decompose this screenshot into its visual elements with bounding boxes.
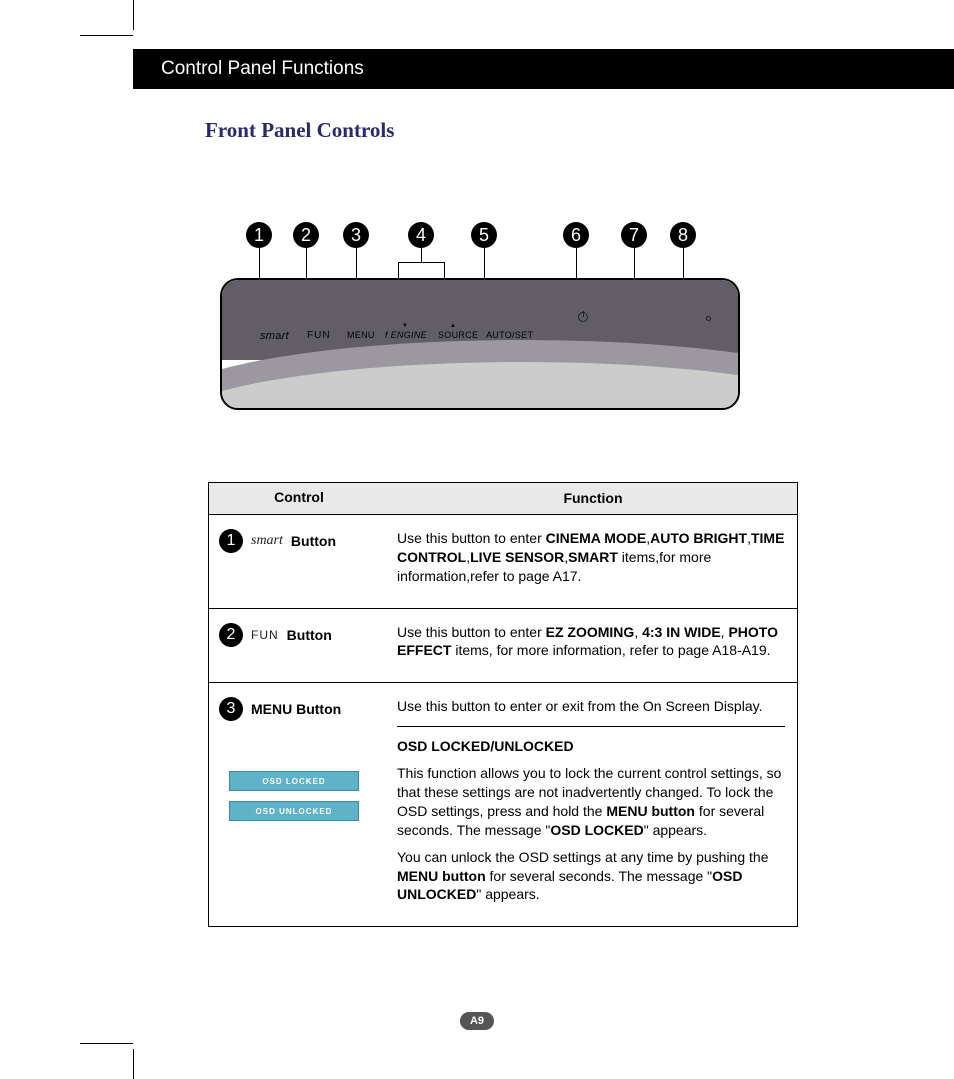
page-header: Control Panel Functions	[133, 49, 954, 89]
osd-paragraph: You can unlock the OSD settings at any t…	[397, 848, 785, 905]
page-number: A9	[460, 1012, 494, 1030]
osd-locked-badge: OSD LOCKED	[229, 771, 359, 791]
osd-subtitle: OSD LOCKED/UNLOCKED	[397, 738, 574, 754]
table-row: 3 MENU Button OSD LOCKED OSD UNLOCKED Us…	[209, 683, 797, 926]
section-title: Front Panel Controls	[205, 118, 394, 143]
led-indicator-icon	[706, 316, 711, 321]
panel-label-autoset: AUTO/SET	[486, 330, 533, 340]
th-function: Function	[389, 483, 797, 514]
function-text: Use this button to enter CINEMA MODE,AUT…	[397, 529, 785, 586]
power-icon	[578, 312, 588, 322]
osd-paragraph: This function allows you to lock the cur…	[397, 764, 785, 840]
front-panel-illustration: smart FUN MENU f ENGINE ▼ SOURCE ▲ AUTO/…	[220, 278, 740, 410]
fun-icon: FUN	[251, 628, 279, 642]
table-header: Control Function	[209, 483, 797, 515]
th-control: Control	[209, 483, 389, 514]
callout-line	[683, 248, 684, 278]
down-arrow-icon: ▼	[402, 323, 408, 329]
callout-badge-6: 6	[563, 222, 589, 248]
callout-line	[356, 248, 357, 278]
page-header-title: Control Panel Functions	[161, 58, 364, 80]
callout-bracket	[398, 262, 444, 263]
crop-mark	[133, 1049, 134, 1079]
crop-mark	[133, 0, 134, 30]
callout-badge-5: 5	[471, 222, 497, 248]
callout-line	[306, 248, 307, 278]
callout-badge-7: 7	[621, 222, 647, 248]
row-badge-1: 1	[219, 529, 243, 553]
controls-table: Control Function 1 smart Button Use this…	[208, 482, 798, 927]
smart-icon: smart	[251, 533, 283, 549]
panel-label-smart: smart	[260, 330, 289, 342]
panel-label-fun: FUN	[307, 330, 331, 341]
callout-line	[484, 248, 485, 278]
panel-label-engine: f ENGINE	[385, 330, 427, 340]
function-cell: Use this button to enter CINEMA MODE,AUT…	[389, 515, 797, 608]
row-badge-2: 2	[219, 623, 243, 647]
callout-badge-8: 8	[670, 222, 696, 248]
callout-badge-4: 4	[408, 222, 434, 248]
callout-badge-3: 3	[343, 222, 369, 248]
function-cell: Use this button to enter EZ ZOOMING, 4:3…	[389, 609, 797, 683]
function-cell: Use this button to enter or exit from th…	[389, 683, 797, 926]
control-label: MENU Button	[251, 701, 341, 717]
row-badge-3: 3	[219, 697, 243, 721]
callout-line	[259, 248, 260, 278]
table-row: 1 smart Button Use this button to enter …	[209, 515, 797, 609]
crop-mark	[80, 1043, 133, 1044]
crop-mark	[80, 35, 133, 36]
callout-line	[398, 262, 399, 278]
function-text: Use this button to enter or exit from th…	[397, 697, 785, 716]
callout-line	[576, 248, 577, 278]
callout-line	[444, 262, 445, 278]
function-text: Use this button to enter EZ ZOOMING, 4:3…	[397, 623, 785, 661]
osd-unlocked-badge: OSD UNLOCKED	[229, 801, 359, 821]
up-arrow-icon: ▲	[450, 323, 456, 329]
control-label: Button	[287, 627, 332, 643]
control-label: Button	[291, 533, 336, 549]
panel-label-source: SOURCE	[438, 330, 478, 340]
callout-badge-1: 1	[246, 222, 272, 248]
panel-label-menu: MENU	[347, 330, 375, 340]
callout-line	[421, 248, 422, 262]
table-row: 2 FUN Button Use this button to enter EZ…	[209, 609, 797, 684]
callout-badge-2: 2	[293, 222, 319, 248]
